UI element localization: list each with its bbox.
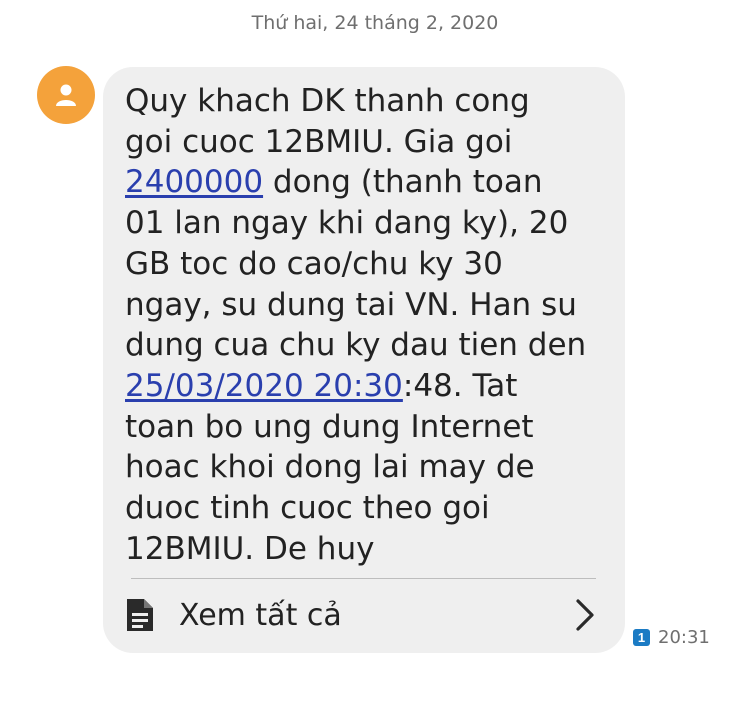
- amount-link[interactable]: 2400000: [125, 164, 263, 200]
- message-line: duoc tinh cuoc theo goi: [125, 490, 490, 527]
- message-line-rest: dong (thanh toan: [263, 164, 543, 201]
- sim-badge: 1: [633, 629, 650, 646]
- message-line: 12BMIU. De huy: [125, 530, 375, 567]
- datetime-link[interactable]: 25/03/2020 20:30: [125, 368, 403, 404]
- person-icon: [56, 84, 76, 106]
- message-meta: 1 20:31: [633, 627, 710, 648]
- view-all-label: Xem tất cả: [179, 597, 342, 633]
- bubble-divider: [131, 578, 596, 579]
- message-line: Quy khach DK thanh cong: [125, 83, 530, 119]
- message-line: goi cuoc 12BMIU. Gia goi: [125, 123, 513, 160]
- chevron-right-icon: [575, 598, 595, 636]
- message-bubble[interactable]: Quy khach DK thanh cong goi cuoc 12BMIU.…: [103, 67, 625, 653]
- message-time: 20:31: [658, 627, 710, 648]
- date-header: Thứ hai, 24 tháng 2, 2020: [251, 12, 499, 34]
- message-line: 2400000 dong (thanh toan: [125, 162, 605, 203]
- view-all-button[interactable]: Xem tất cả: [125, 587, 601, 643]
- message-line: toan bo ung dung Internet: [125, 408, 534, 445]
- message-line: 01 lan ngay khi dang ky), 20: [125, 205, 569, 242]
- message-line: hoac khoi dong lai may de: [125, 449, 535, 486]
- message-line: dung cua chu ky dau tien den: [125, 327, 587, 364]
- message-line-rest: :48. Tat: [402, 367, 518, 404]
- contact-avatar[interactable]: [37, 66, 95, 124]
- message-line: 25/03/2020 20:30:48. Tat: [125, 366, 605, 407]
- message-text: Quy khach DK thanh cong goi cuoc 12BMIU.…: [125, 81, 605, 569]
- message-line: GB toc do cao/chu ky 30: [125, 245, 503, 282]
- document-icon: [125, 597, 159, 633]
- message-line: ngay, su dung tai VN. Han su: [125, 286, 577, 323]
